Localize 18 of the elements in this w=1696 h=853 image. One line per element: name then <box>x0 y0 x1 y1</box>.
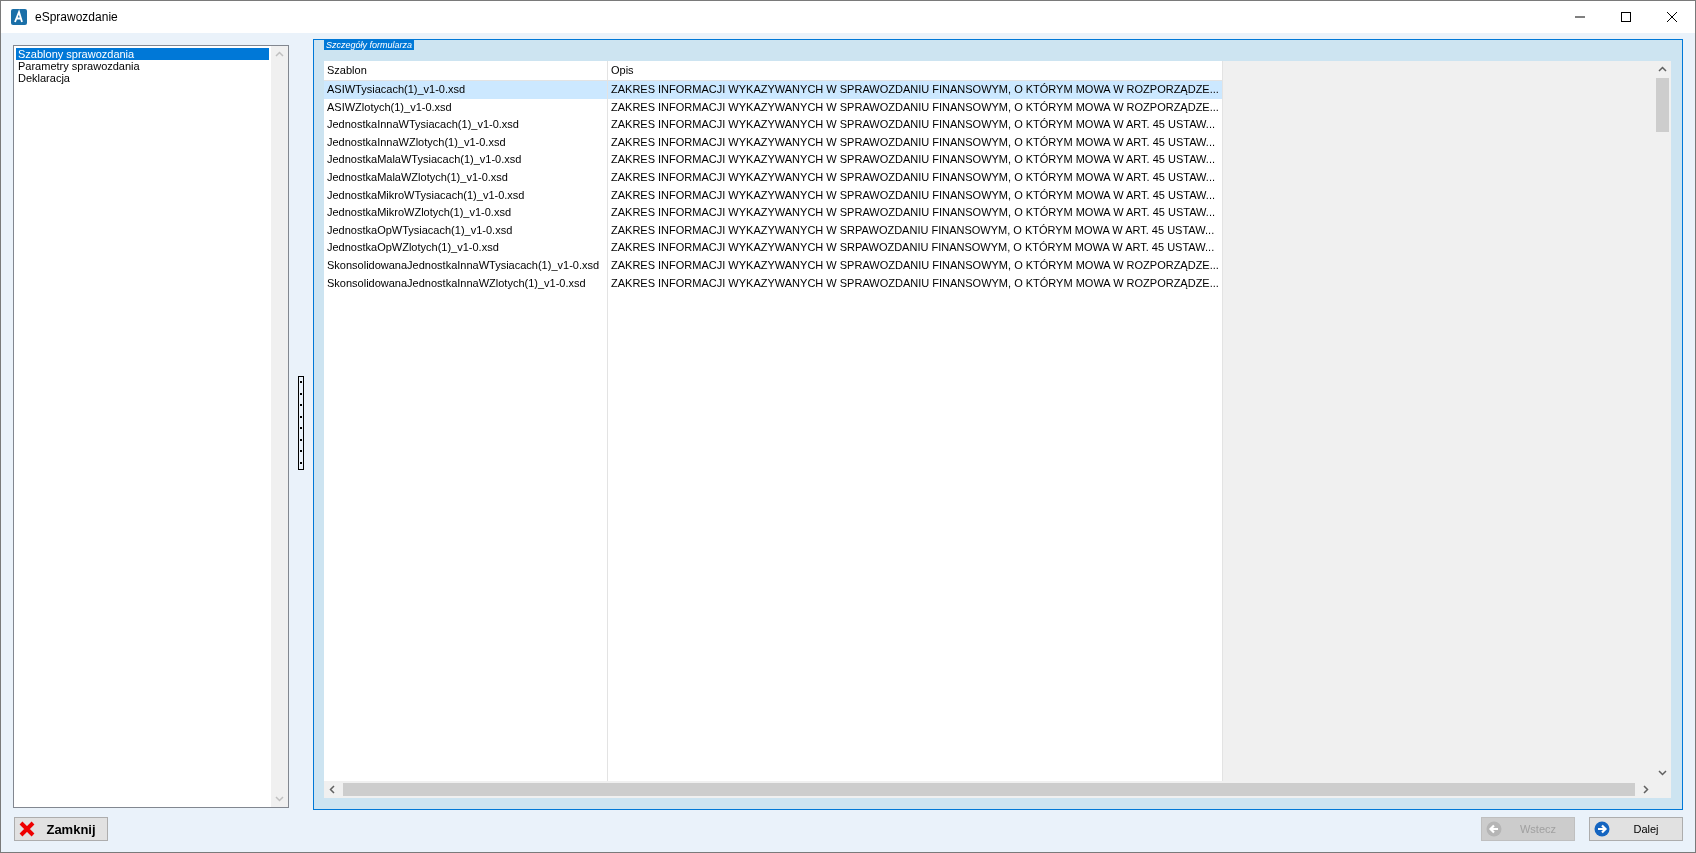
close-button[interactable]: Zamknij <box>14 817 108 841</box>
close-icon <box>19 821 35 837</box>
table-cell[interactable]: ZAKRES INFORMACJI WYKAZYWANYCH W SPRAWOZDANIU FINANSOWYM, O KTÓRYM MOWA W ROZPORZĄDZE... <box>608 81 1222 99</box>
section-list-item[interactable]: Szablony sprawozdania <box>16 48 269 60</box>
close-icon <box>1667 12 1677 22</box>
left-arrow-icon <box>1486 821 1502 837</box>
table-cell[interactable]: ASIWTysiacach(1)_v1-0.xsd <box>324 81 607 99</box>
section-list-item[interactable]: Deklaracja <box>16 72 269 84</box>
app-logo-icon <box>11 9 27 25</box>
right-arrow-icon <box>1594 821 1610 837</box>
panel-title: Szczegóły formularza <box>324 40 415 50</box>
scroll-thumb[interactable] <box>1656 78 1669 132</box>
splitter-grip[interactable] <box>298 375 304 470</box>
scroll-thumb[interactable] <box>343 783 1635 796</box>
maximize-icon <box>1621 12 1631 22</box>
window-title: eSprawozdanie <box>35 10 119 24</box>
section-list-item[interactable]: Parametry sprawozdania <box>16 60 269 72</box>
next-button[interactable]: Dalej <box>1589 817 1683 841</box>
